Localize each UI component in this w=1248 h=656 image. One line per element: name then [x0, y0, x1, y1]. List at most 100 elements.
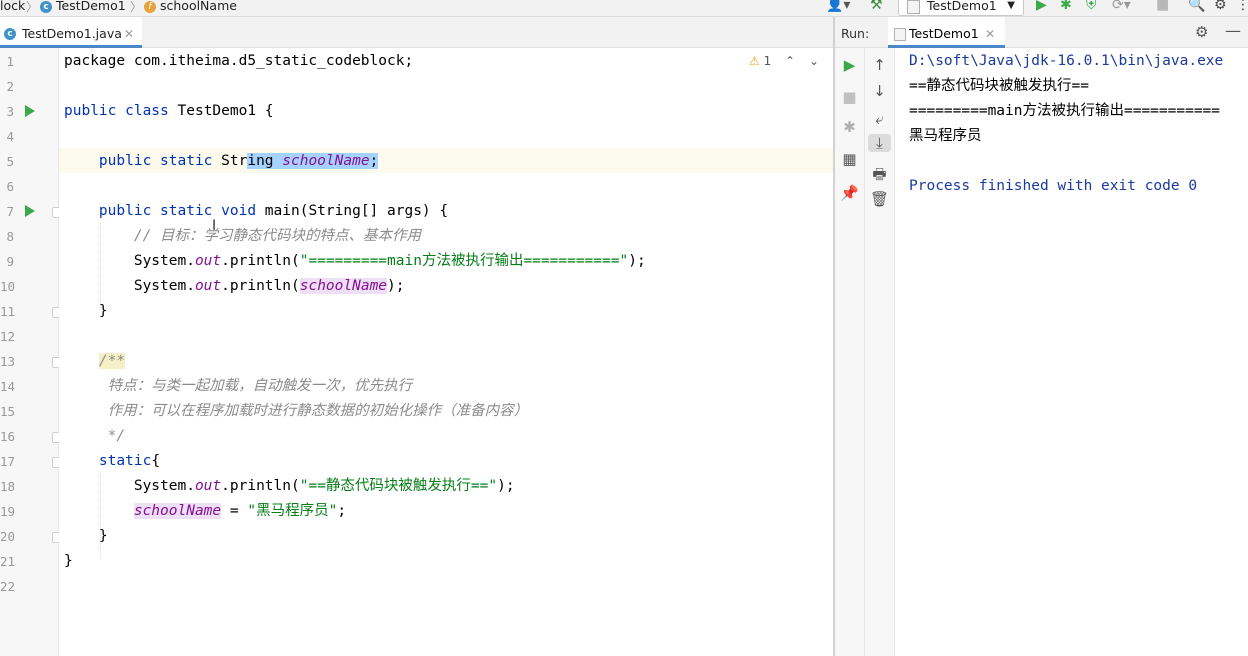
coverage-icon[interactable]: ⛨ [1086, 0, 1097, 13]
run-icon[interactable]: ▶ [1036, 0, 1047, 13]
run-configuration-label: TestDemo1 [927, 0, 997, 13]
file-icon [907, 0, 920, 14]
code-line: } [64, 299, 108, 324]
code-line: System.out.println("=========main方法被执行输出… [64, 249, 646, 274]
breadcrumb-separator: 〉 [26, 0, 39, 14]
soft-wrap-icon[interactable]: ⤶ [865, 110, 894, 128]
run-configuration-selector[interactable]: TestDemo1 ▼ [898, 0, 1024, 16]
minimize-icon[interactable]: — [1225, 21, 1241, 40]
code-token: out [194, 278, 222, 294]
debug-icon[interactable]: ✱ [1060, 0, 1072, 13]
pin-icon[interactable]: 📌 [835, 184, 864, 202]
code-token: public class [64, 103, 178, 119]
code-token: out [194, 253, 222, 269]
user-icon[interactable]: 👤▾ [826, 0, 850, 13]
profile-icon[interactable]: ⟳▾ [1112, 0, 1131, 13]
inspection-widget[interactable]: ⚠ 1 ⌃ ⌄ [749, 54, 819, 68]
code-line: public static void main(String[] args) { [64, 199, 448, 224]
editor-gutter: 1 2 3 4 5 6 7 8 9 10 11 12 13 14 15 16 17 18 19 20 21 22 [0, 48, 63, 656]
code-line: */ [64, 424, 125, 449]
code-line: // 目标：学习静态代码块的特点、基本作用 [64, 224, 421, 249]
line-number: 9 [6, 254, 14, 269]
code-line: public static String schoolName; [64, 149, 379, 174]
code-token: 作用：可以在程序加载时进行静态数据的初始化操作（准备内容） [64, 403, 529, 419]
code-line: static{ [64, 449, 160, 474]
code-token: { [151, 453, 161, 469]
line-number: 6 [6, 179, 14, 194]
code-token: "黑马程序员" [247, 503, 338, 519]
stop-icon[interactable]: ■ [835, 88, 864, 106]
code-token: schoolName [299, 278, 388, 294]
run-label: Run: [841, 26, 870, 41]
console-output[interactable]: D:\soft\Java\jdk-16.0.1\bin\java.exe ==静态… [895, 48, 1248, 656]
breadcrumb-module[interactable]: lock [0, 0, 25, 13]
code-line: 特点：与类一起加载，自动触发一次，优先执行 [64, 374, 413, 399]
field-icon: f [144, 0, 156, 13]
code-token: "==静态代码块被触发执行==" [299, 478, 498, 494]
print-icon[interactable]: 🖶 [865, 164, 894, 189]
scroll-to-end-icon[interactable]: ⤓ [868, 134, 891, 152]
code-token: schoolName [282, 153, 370, 169]
more-icon[interactable]: ⋮ [1236, 0, 1248, 13]
code-token: /** [98, 353, 126, 369]
line-number: 21 [0, 554, 16, 569]
search-icon[interactable]: 🔍 [1188, 0, 1205, 13]
rerun-icon[interactable]: ▶ [835, 56, 864, 74]
code-token: static [64, 453, 152, 469]
code-token: schoolName [133, 503, 222, 519]
stop-icon[interactable]: ■ [1156, 0, 1169, 13]
code-editor[interactable]: ⚠ 1 ⌃ ⌄ I package com.itheima.d5_static_… [59, 48, 892, 656]
gear-icon[interactable]: ⚙ [1214, 0, 1227, 13]
breadcrumb-member[interactable]: f schoolName [144, 0, 237, 13]
chevron-down-icon[interactable]: ⌄ [809, 54, 819, 68]
chevron-up-icon[interactable]: ⌃ [785, 54, 795, 68]
code-line: 作用：可以在程序加载时进行静态数据的初始化操作（准备内容） [64, 399, 529, 424]
code-token: ); [387, 278, 405, 294]
arrow-up-icon[interactable]: ↑ [865, 56, 894, 74]
layout-icon[interactable]: ▦ [835, 150, 864, 168]
line-number: 7 [6, 204, 14, 219]
line-number: 5 [6, 154, 14, 169]
line-number: 12 [0, 329, 16, 344]
breadcrumb-class[interactable]: c TestDemo1 [40, 0, 126, 13]
code-token: 特点：与类一起加载，自动触发一次，优先执行 [64, 378, 413, 394]
line-number: 4 [6, 129, 14, 144]
code-token: System. [64, 478, 195, 494]
line-number: 3 [6, 104, 14, 119]
inspection-count: 1 [763, 54, 772, 68]
code-line: package com.itheima.d5_static_codeblock; [64, 49, 413, 74]
arrow-down-icon[interactable]: ↓ [865, 82, 894, 100]
run-gutter-icon[interactable] [25, 105, 35, 117]
code-line: } [64, 524, 108, 549]
code-token: ing [247, 153, 283, 169]
code-token: .println( [221, 253, 300, 269]
console-line: ==静态代码块被触发执行== [909, 78, 1089, 94]
debug-icon[interactable]: ✱ [835, 118, 864, 136]
breadcrumb-separator: 〉 [130, 0, 143, 14]
navigation-bar: lock 〉 c TestDemo1 〉 f schoolName 👤▾ ⚒ T… [0, 0, 1248, 17]
code-token: ); [628, 253, 646, 269]
run-tab-testdemo1[interactable]: TestDemo1 ✕ [888, 17, 1005, 48]
code-token: } [64, 303, 108, 319]
code-token: ; [369, 153, 379, 169]
gear-icon[interactable]: ⚙ [1195, 23, 1208, 41]
run-gutter-icon[interactable] [25, 205, 35, 217]
file-icon [894, 28, 906, 41]
run-tool-window-header: Run: TestDemo1 ✕ ⚙ — [835, 17, 1248, 48]
line-number: 15 [0, 404, 16, 419]
line-number: 10 [0, 279, 16, 294]
code-token: // 目标：学习静态代码块的特点、基本作用 [64, 228, 422, 244]
trash-icon[interactable]: 🗑 [865, 190, 894, 208]
line-number: 18 [0, 479, 16, 494]
editor-tab-testdemo1[interactable]: c TestDemo1.java ✕ [0, 17, 142, 48]
build-hammer-icon[interactable]: ⚒ [870, 0, 883, 13]
code-token: .println( [221, 478, 300, 494]
code-token: public static void [64, 203, 265, 219]
code-token: ; [337, 503, 347, 519]
code-token: } [64, 528, 108, 544]
line-number: 20 [0, 529, 16, 544]
code-token: main(String[] args) { [264, 203, 449, 219]
line-number: 19 [0, 504, 16, 519]
code-token: .println( [221, 278, 300, 294]
